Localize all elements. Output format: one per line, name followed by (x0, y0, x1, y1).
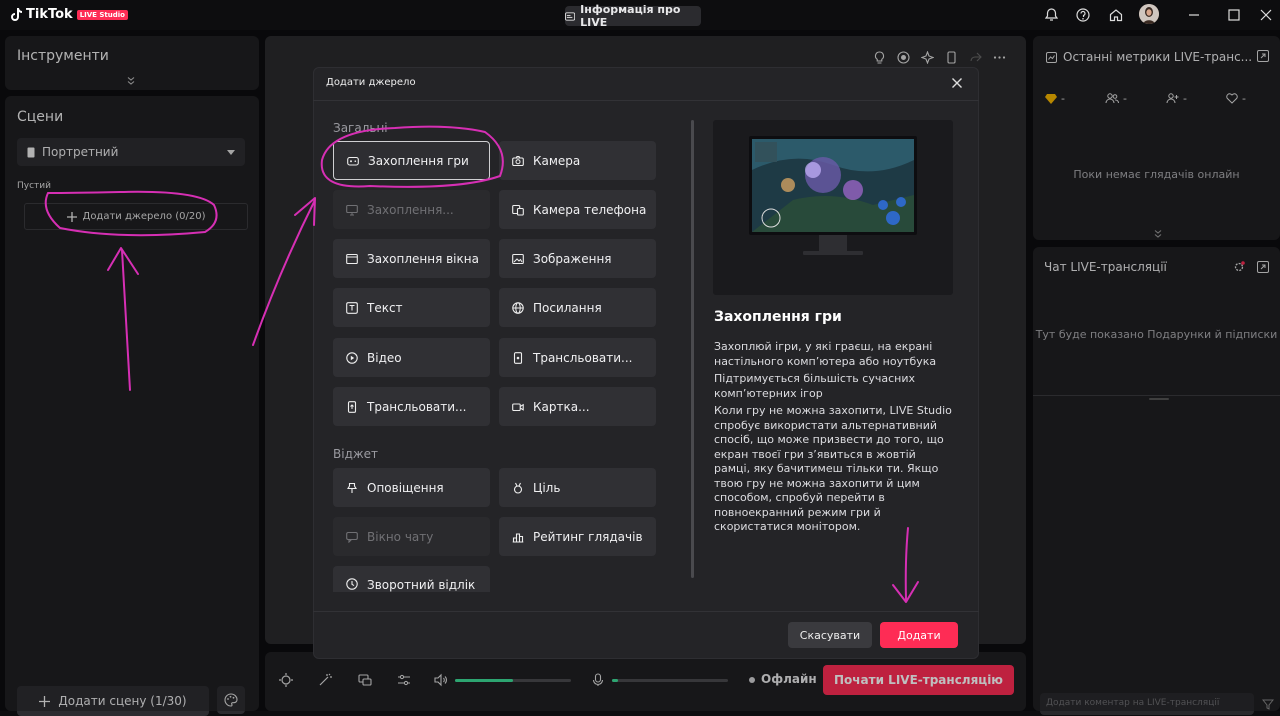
annotation-circle-add-source (44, 190, 218, 237)
annotation-arrow-diagonal (252, 197, 316, 346)
annotation-circle-game-capture (320, 125, 504, 188)
annotation-overlay (44, 125, 919, 603)
annotation-arrow-up-left (107, 247, 139, 391)
annotation-arrow-down (892, 527, 919, 603)
